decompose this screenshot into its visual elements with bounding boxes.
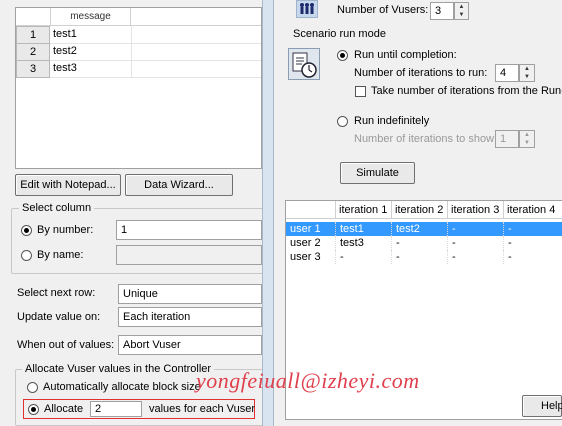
row-number[interactable]: 1 (16, 26, 50, 44)
run-until-completion-radio[interactable] (337, 50, 348, 61)
table-cell[interactable]: user 1 (286, 222, 336, 236)
table-cell[interactable]: - (448, 222, 504, 236)
allocate-radio[interactable] (28, 404, 39, 415)
spin-down-icon[interactable]: ▼ (520, 139, 534, 147)
spin-down-icon[interactable]: ▼ (455, 11, 468, 19)
iterations-to-run-label: Number of iterations to run: (354, 67, 488, 79)
row-number[interactable]: 3 (16, 60, 50, 78)
by-name-radio[interactable] (21, 250, 32, 261)
table-cell[interactable]: test3 (336, 236, 392, 250)
iterations-to-show-label: Number of iterations to show: (354, 133, 498, 145)
spin-up-icon[interactable]: ▲ (520, 65, 534, 73)
table-cell[interactable]: - (392, 236, 448, 250)
window-splitter[interactable] (262, 0, 274, 426)
take-iterations-label: Take number of iterations from the Run-T (371, 85, 562, 97)
scenario-run-mode-title: Scenario run mode (293, 28, 386, 40)
vusers-icon (296, 0, 318, 18)
out-of-values-dropdown[interactable]: Abort Vuser (118, 335, 262, 355)
table-cell[interactable]: - (504, 222, 562, 236)
simulate-button[interactable]: Simulate (340, 162, 415, 184)
help-button[interactable]: Help (522, 395, 562, 417)
by-number-label: By number: (37, 224, 94, 236)
data-wizard-button[interactable]: Data Wizard... (125, 174, 233, 196)
column-header[interactable]: iteration 1 (336, 201, 392, 219)
select-column-title: Select column (19, 202, 95, 214)
column-header (286, 201, 336, 219)
spin-down-icon[interactable]: ▼ (520, 73, 534, 81)
allocate-title: Allocate Vuser values in the Controller (22, 363, 215, 375)
table-cell[interactable]: - (504, 236, 562, 250)
vusers-count-field[interactable]: 3 (430, 2, 454, 20)
grid-cell[interactable]: test3 (51, 60, 132, 77)
grid-cell[interactable]: test2 (51, 43, 132, 60)
by-name-label: By name: (37, 249, 84, 261)
spin-up-icon[interactable]: ▲ (520, 131, 534, 139)
grid-corner (16, 8, 51, 25)
column-number-field[interactable]: 1 (116, 220, 262, 240)
vusers-spinner[interactable]: ▲ ▼ (454, 2, 469, 20)
table-cell[interactable]: test2 (392, 222, 448, 236)
run-until-completion-label: Run until completion: (354, 49, 457, 61)
auto-allocate-radio[interactable] (27, 382, 38, 393)
table-row[interactable]: 1 test1 (16, 26, 261, 44)
table-cell[interactable]: - (392, 250, 448, 264)
run-indefinitely-radio[interactable] (337, 116, 348, 127)
update-value-dropdown[interactable]: Each iteration (118, 307, 262, 327)
allocate-suffix-label: values for each Vuser (149, 403, 255, 415)
parameter-data-grid[interactable]: message 1 test1 2 test2 3 test3 (15, 7, 262, 169)
table-row[interactable]: user 2 test3 - - - (286, 236, 562, 250)
run-indefinitely-label: Run indefinitely (354, 115, 430, 127)
column-header[interactable]: iteration 2 (392, 201, 448, 219)
table-cell[interactable]: - (504, 250, 562, 264)
grid-cell[interactable]: test1 (51, 26, 132, 43)
out-of-values-label: When out of values: (17, 339, 115, 351)
column-name-select[interactable] (116, 245, 262, 265)
grid-header: message (16, 8, 261, 26)
table-cell[interactable]: user 2 (286, 236, 336, 250)
auto-allocate-label: Automatically allocate block size (43, 381, 201, 393)
allocate-label: Allocate (44, 403, 84, 415)
number-of-vusers-label: Number of Vusers: (337, 4, 429, 16)
spin-up-icon[interactable]: ▲ (455, 3, 468, 11)
select-next-row-dropdown[interactable]: Unique (118, 284, 262, 304)
take-iterations-checkbox[interactable] (355, 86, 366, 97)
select-next-row-label: Select next row: (17, 287, 96, 299)
row-number[interactable]: 2 (16, 43, 50, 61)
iterations-show-spinner[interactable]: ▲ ▼ (519, 130, 535, 148)
table-cell[interactable]: user 3 (286, 250, 336, 264)
column-header-message[interactable]: message (51, 8, 131, 25)
edit-with-notepad-button[interactable]: Edit with Notepad... (15, 174, 121, 196)
watermark-text: yongfeiuall@izheyi.com (196, 368, 420, 393)
scenario-clock-icon (288, 48, 320, 80)
table-cell[interactable]: - (448, 250, 504, 264)
table-cell[interactable]: - (336, 250, 392, 264)
iterations-to-show-field[interactable]: 1 (495, 130, 519, 148)
table-row[interactable]: 3 test3 (16, 60, 261, 78)
table-cell[interactable]: test1 (336, 222, 392, 236)
update-value-label: Update value on: (17, 311, 101, 323)
iterations-to-run-field[interactable]: 4 (495, 64, 519, 82)
iterations-spinner[interactable]: ▲ ▼ (519, 64, 535, 82)
table-cell[interactable]: - (448, 236, 504, 250)
allocate-value-field[interactable]: 2 (90, 401, 142, 417)
by-number-radio[interactable] (21, 225, 32, 236)
table-row[interactable]: 2 test2 (16, 43, 261, 61)
table-row[interactable]: user 1 test1 test2 - - (286, 222, 562, 236)
column-header[interactable]: iteration 4 (504, 201, 562, 219)
table-row[interactable]: user 3 - - - - (286, 250, 562, 264)
column-header[interactable]: iteration 3 (448, 201, 504, 219)
